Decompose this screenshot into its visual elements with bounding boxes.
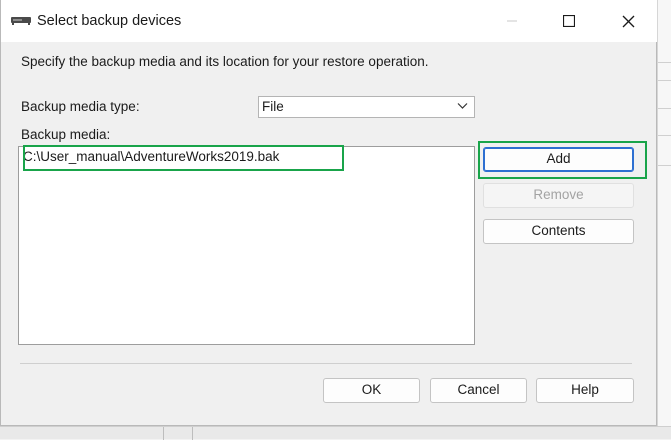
- background-app-bottom: [0, 426, 671, 440]
- chevron-down-icon: [457, 103, 468, 109]
- contents-button[interactable]: Contents: [483, 219, 634, 244]
- list-item-highlight: [23, 145, 344, 171]
- title-bar: Select backup devices: [1, 0, 657, 42]
- maximize-icon: [563, 15, 575, 27]
- help-button[interactable]: Help: [536, 378, 634, 403]
- minimize-icon: [507, 20, 517, 22]
- backup-device-icon: [11, 17, 31, 25]
- ok-button[interactable]: OK: [323, 378, 420, 403]
- close-button[interactable]: [606, 6, 650, 36]
- add-button-highlight: [478, 141, 647, 179]
- backup-media-type-label: Backup media type:: [21, 99, 140, 114]
- footer-divider: [20, 363, 632, 364]
- cancel-button[interactable]: Cancel: [430, 378, 527, 403]
- remove-button[interactable]: Remove: [483, 183, 634, 208]
- dialog-description: Specify the backup media and its locatio…: [21, 54, 429, 69]
- close-icon: [622, 15, 634, 27]
- maximize-button[interactable]: [547, 6, 591, 36]
- backup-media-label: Backup media:: [21, 127, 111, 142]
- backup-media-type-select[interactable]: File: [258, 96, 475, 118]
- minimize-button[interactable]: [490, 6, 534, 36]
- backup-media-list[interactable]: C:\User_manual\AdventureWorks2019.bak: [18, 146, 475, 345]
- select-backup-devices-dialog: Select backup devices Specify the backup…: [0, 0, 657, 426]
- background-app-edge: [657, 0, 671, 439]
- backup-media-type-value: File: [262, 99, 284, 114]
- dialog-title: Select backup devices: [37, 13, 182, 29]
